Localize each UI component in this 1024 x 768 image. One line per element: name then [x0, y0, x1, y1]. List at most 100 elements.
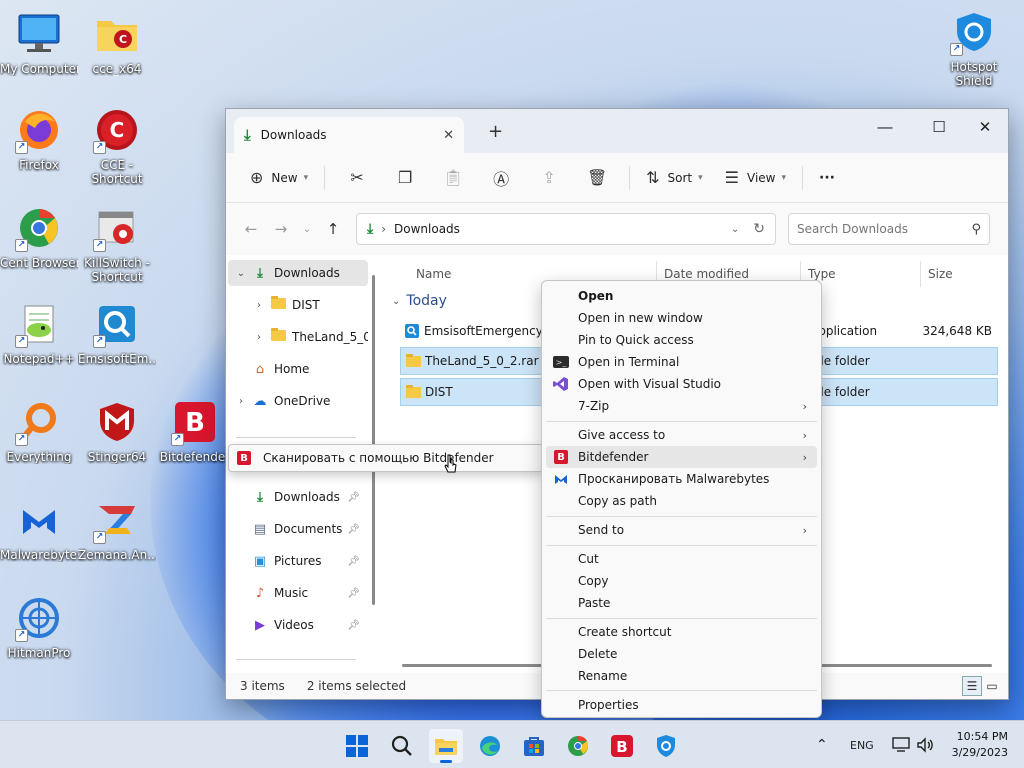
desktop-icon-cent-browser[interactable]: ↗ Cent Browser [0, 204, 78, 270]
address-bar[interactable]: ⤓ › Downloads ⌄ ↻ [356, 213, 776, 245]
sort-button[interactable]: ⇅ Sort ▾ [638, 162, 711, 194]
taskbar-edge[interactable] [473, 729, 507, 763]
up-button[interactable]: ↑ [318, 220, 348, 238]
view-button[interactable]: ☰ View ▾ [717, 162, 794, 194]
start-button[interactable] [340, 729, 374, 763]
nav-item-downloads[interactable]: ⌄ ⤓ Downloads [228, 260, 368, 286]
paste-button[interactable]: 📋︎ [429, 162, 477, 194]
minimize-button[interactable]: ― [862, 113, 908, 141]
copy-button[interactable]: ❐ [381, 162, 429, 194]
forward-button[interactable]: → [266, 220, 296, 238]
taskbar-file-explorer[interactable] [429, 729, 463, 763]
desktop-icon-notepadpp[interactable]: ↗ Notepad++ [0, 300, 78, 366]
desktop-icon-everything[interactable]: ↗ Everything [0, 398, 78, 464]
desktop-icon-hotspot-shield[interactable]: ↗ Hotspot Shield [935, 8, 1013, 88]
search-button[interactable] [385, 729, 419, 763]
desktop-icon-bitdefender[interactable]: B ↗ Bitdefender [156, 398, 234, 464]
title-bar[interactable]: ⤓ Downloads ✕ + ― ☐ ✕ [226, 109, 1008, 153]
menu-item-open-terminal[interactable]: >_ Open in Terminal [546, 351, 817, 373]
desktop-icon-label: Everything [6, 450, 72, 464]
bitdefender-icon: B [237, 451, 251, 465]
menu-item-pin-quick-access[interactable]: Pin to Quick access [546, 329, 817, 351]
taskbar-store[interactable] [517, 729, 551, 763]
menu-item-open[interactable]: Open [546, 285, 817, 307]
chevron-down-icon[interactable]: ⌄ [731, 224, 739, 235]
nav-item-dist[interactable]: › DIST [246, 292, 368, 318]
volume-icon[interactable] [916, 721, 934, 768]
desktop-icon-cce-x64[interactable]: C cce_x64 [78, 10, 156, 76]
language-indicator[interactable]: ENG [850, 721, 874, 768]
nav-scrollbar[interactable] [372, 275, 375, 605]
recent-locations-button[interactable]: ⌄ [296, 224, 318, 235]
network-icon[interactable] [892, 721, 910, 768]
rename-icon: Ⓐ [493, 169, 510, 189]
desktop-icon-firefox[interactable]: ↗ Firefox [0, 106, 78, 172]
nav-item-videos[interactable]: ▶ Videos 📌︎ [228, 612, 368, 638]
group-header-today[interactable]: ⌄ Today [392, 293, 447, 309]
column-divider[interactable] [920, 261, 921, 287]
desktop-icon-emsisoft[interactable]: ↗ EmsisoftEm... [78, 300, 156, 366]
chevron-right-icon[interactable]: › [250, 300, 268, 311]
menu-item-rename[interactable]: Rename [546, 665, 817, 687]
menu-item-give-access[interactable]: Give access to › [546, 424, 817, 446]
search-input[interactable] [797, 222, 972, 236]
menu-item-7zip[interactable]: 7-Zip › [546, 395, 817, 417]
breadcrumb-downloads[interactable]: Downloads [394, 222, 731, 236]
desktop-icon-cce-shortcut[interactable]: C ↗ CCE - Shortcut [78, 106, 156, 186]
chevron-down-icon[interactable]: ⌄ [232, 268, 250, 279]
menu-item-delete[interactable]: Delete [546, 643, 817, 665]
details-view-icon[interactable]: ☰ [962, 676, 982, 696]
search-box[interactable]: ⚲ [788, 213, 990, 245]
menu-item-open-new-window[interactable]: Open in new window [546, 307, 817, 329]
cut-button[interactable]: ✂ [333, 162, 381, 194]
column-header-size[interactable]: Size [928, 263, 953, 285]
new-tab-button[interactable]: + [488, 121, 503, 142]
chevron-right-icon[interactable]: › [232, 396, 250, 407]
tiles-view-icon[interactable]: ▭ [982, 676, 1002, 696]
menu-item-send-to[interactable]: Send to › [546, 519, 817, 541]
back-button[interactable]: ← [236, 220, 266, 238]
maximize-button[interactable]: ☐ [916, 113, 962, 141]
desktop-icon-malwarebytes[interactable]: Malwarebytes [0, 496, 78, 562]
menu-item-cut[interactable]: Cut [546, 548, 817, 570]
taskbar-cent-browser[interactable] [561, 729, 595, 763]
menu-item-properties[interactable]: Properties [546, 694, 817, 716]
menu-item-copy-as-path[interactable]: Copy as path [546, 490, 817, 512]
desktop-icon-my-computer[interactable]: My Computer [0, 10, 78, 76]
chevron-right-icon[interactable]: › [250, 332, 268, 343]
breadcrumb-chevron-icon: › [381, 222, 387, 236]
desktop-icon-killswitch[interactable]: ↗ KillSwitch - Shortcut [78, 204, 156, 284]
scan-with-bitdefender[interactable]: Сканировать с помощью Bitdefender [263, 451, 494, 465]
rename-button[interactable]: Ⓐ [477, 162, 525, 194]
new-button[interactable]: ⊕ New ▾ [242, 162, 316, 194]
menu-item-copy[interactable]: Copy [546, 570, 817, 592]
nav-item-quick-downloads[interactable]: ⤓ Downloads 📌︎ [228, 484, 368, 510]
menu-item-paste[interactable]: Paste [546, 592, 817, 614]
column-header-name[interactable]: Name [416, 263, 451, 285]
close-button[interactable]: ✕ [962, 113, 1008, 141]
clock[interactable]: 10:54 PM 3/29/2023 [952, 729, 1008, 761]
desktop-icon-zemana[interactable]: ↗ Zemana.An... [78, 496, 156, 562]
menu-item-bitdefender[interactable]: B Bitdefender › [546, 446, 817, 468]
close-tab-icon[interactable]: ✕ [443, 128, 454, 143]
delete-button[interactable]: 🗑︎ [573, 162, 621, 194]
nav-item-music[interactable]: ♪ Music 📌︎ [228, 580, 368, 606]
nav-item-onedrive[interactable]: › ☁ OneDrive [228, 388, 368, 414]
more-options-button[interactable]: ··· [811, 162, 843, 194]
nav-item-pictures[interactable]: ▣ Pictures 📌︎ [228, 548, 368, 574]
taskbar-bitdefender[interactable]: B [605, 729, 639, 763]
desktop-icon-hitmanpro[interactable]: ↗ HitmanPro [0, 594, 78, 660]
taskbar-hotspot-shield[interactable] [649, 729, 683, 763]
nav-item-documents[interactable]: ▤ Documents 📌︎ [228, 516, 368, 542]
menu-item-scan-malwarebytes[interactable]: Просканировать Malwarebytes [546, 468, 817, 490]
show-hidden-icons-button[interactable]: ⌃ [816, 721, 828, 768]
refresh-icon[interactable]: ↻ [753, 221, 765, 237]
menu-item-create-shortcut[interactable]: Create shortcut [546, 621, 817, 643]
desktop-icon-stinger64[interactable]: Stinger64 [78, 398, 156, 464]
bitdefender-submenu[interactable]: B Сканировать с помощью Bitdefender [228, 444, 544, 472]
tab-downloads[interactable]: ⤓ Downloads ✕ [234, 117, 464, 153]
nav-item-theland[interactable]: › TheLand_5_0_2 [246, 324, 368, 350]
share-button[interactable]: ⇪ [525, 162, 573, 194]
menu-item-open-visual-studio[interactable]: Open with Visual Studio [546, 373, 817, 395]
nav-item-home[interactable]: ⌂ Home [228, 356, 368, 382]
